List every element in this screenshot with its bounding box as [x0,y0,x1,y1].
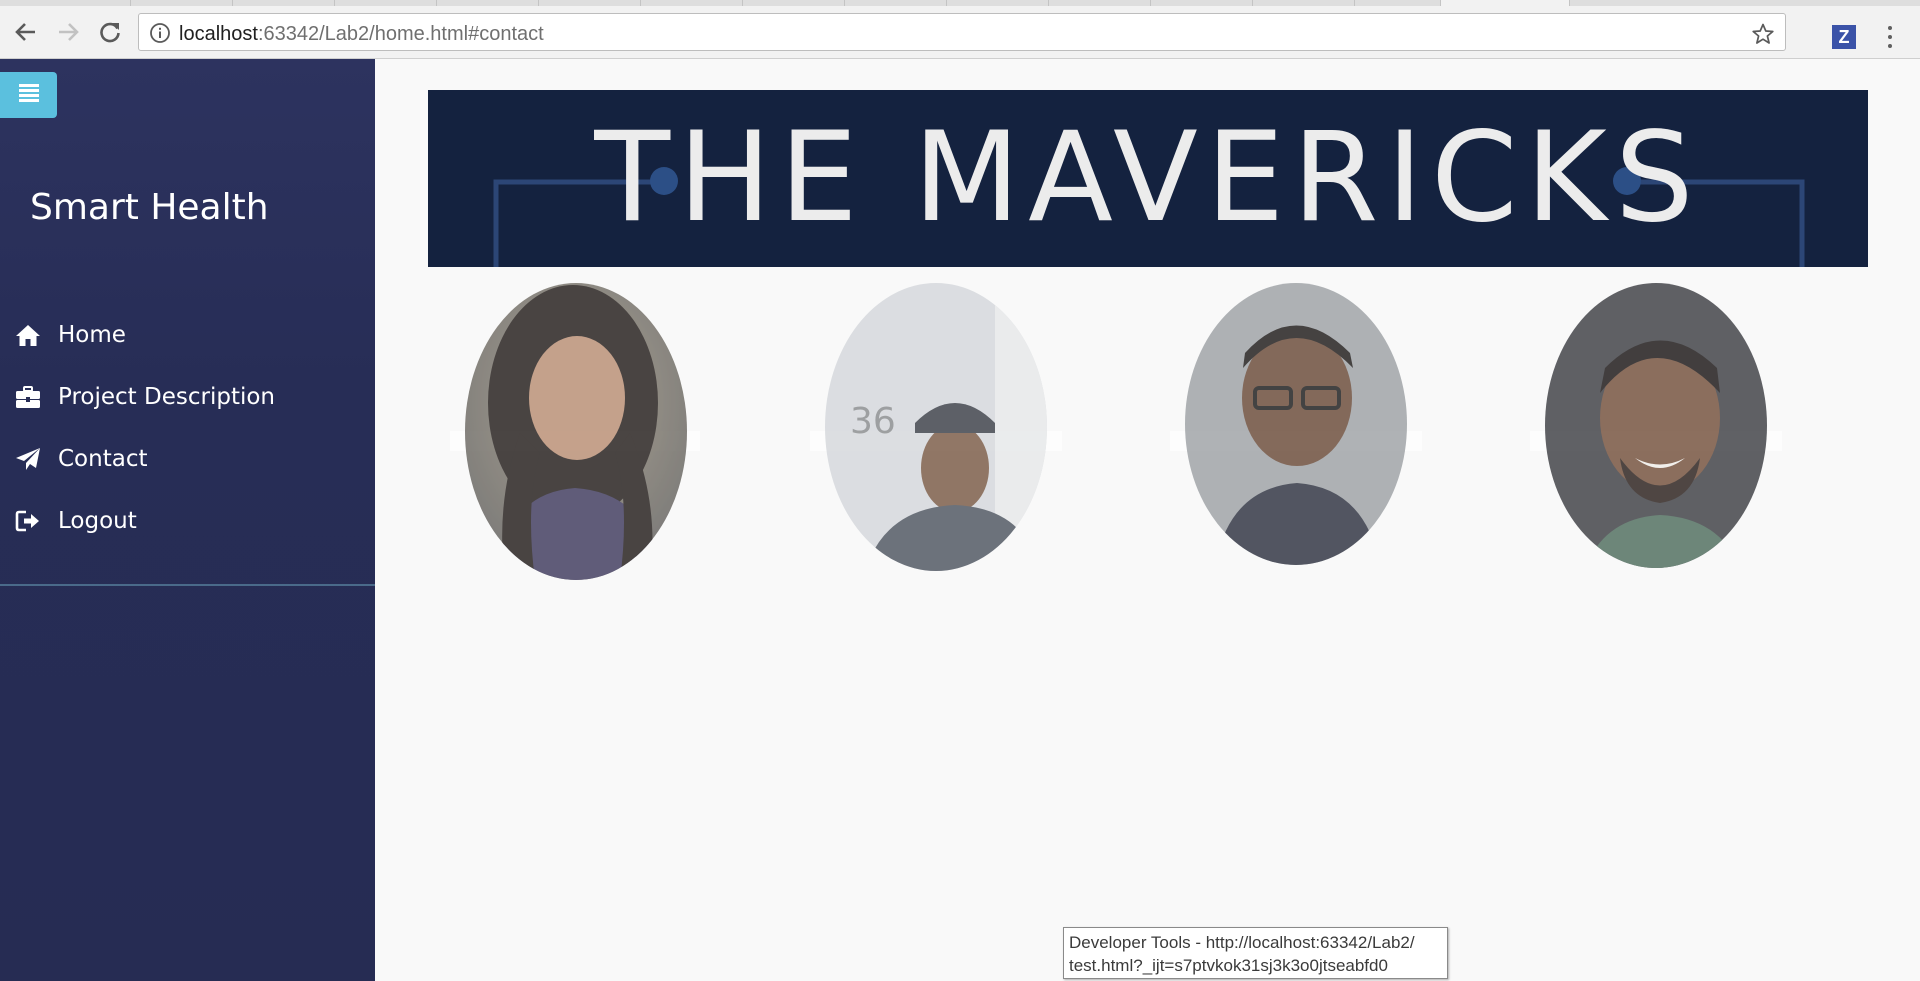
address-bar[interactable]: localhost:63342/Lab2/home.html#contact [138,13,1786,51]
sidebar-item-label: Logout [58,508,137,534]
reload-icon[interactable] [94,16,126,48]
sidebar-item-contact[interactable]: Contact [0,428,375,490]
team-member-card [450,283,700,583]
sidebar-item-label: Project Description [58,384,275,410]
url-text[interactable]: localhost:63342/Lab2/home.html#contact [179,23,544,46]
sidebar-item-project-description[interactable]: Project Description [0,366,375,428]
sidebar-item-logout[interactable]: Logout [0,490,375,552]
sidebar-nav: Home Project Description Contact Logout [0,304,375,552]
team-member-4-photo [1545,283,1767,568]
browser-toolbar: localhost:63342/Lab2/home.html#contact Z [0,6,1920,59]
url-host: localhost [179,23,258,45]
list-icon [18,83,40,107]
sidebar-item-home[interactable]: Home [0,304,375,366]
arrow-left-icon[interactable] [10,16,42,48]
sidebar-item-label: Contact [58,446,148,472]
sidebar-item-label: Home [58,322,126,348]
banner-title: THE MAVERICKS [594,106,1702,250]
svg-text:36: 36 [850,401,896,442]
browser-menu-icon[interactable] [1880,22,1900,52]
sidebar-divider [0,584,375,586]
star-icon[interactable] [1751,22,1775,50]
sidebar: Smart Health Home Project Description Co… [0,59,375,981]
sidebar-toggle-button[interactable] [0,72,57,118]
team-member-card [1170,283,1422,583]
brand-title: Smart Health [30,187,269,228]
extension-icon[interactable]: Z [1832,25,1856,49]
dev-tools-tooltip: Developer Tools - http://localhost:63342… [1063,927,1448,979]
url-path: :63342/Lab2/home.html#contact [257,23,544,45]
team-banner: THE MAVERICKS [428,90,1868,267]
briefcase-icon [14,383,42,411]
arrow-right-icon[interactable] [52,16,84,48]
team-member-card: 36 [810,283,1062,583]
info-icon[interactable] [149,22,171,48]
team-member-3-photo [1185,283,1407,565]
paper-plane-icon [14,445,42,473]
tooltip-line: Developer Tools - http://localhost:63342… [1069,933,1415,952]
team-member-card [1530,283,1782,583]
tooltip-line: test.html?_ijt=s7ptvkok31sj3k3o0jtseabfd… [1069,956,1388,975]
team-member-1-photo [465,283,687,580]
logout-icon [14,507,42,535]
team-member-2-photo: 36 [825,283,1047,571]
home-icon [14,321,42,349]
